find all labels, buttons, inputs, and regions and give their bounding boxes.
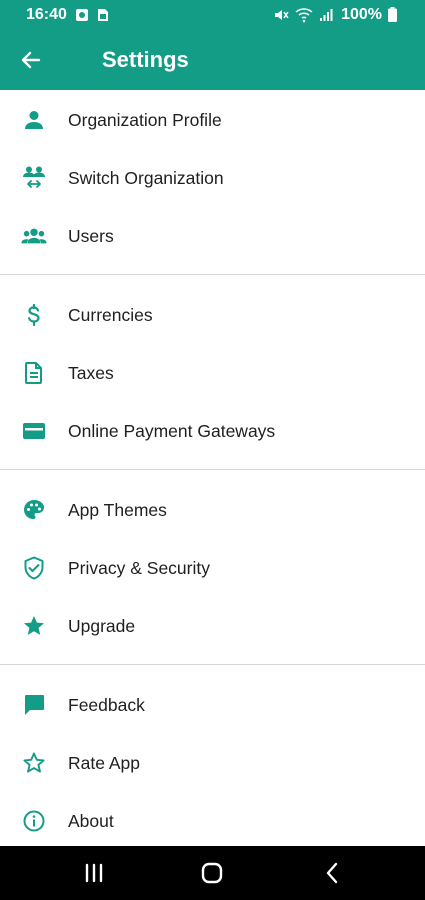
settings-item-privacy-security[interactable]: Privacy & Security (0, 539, 425, 597)
section-support: Feedback Rate App About (0, 676, 425, 850)
arrow-back-icon (21, 50, 41, 70)
settings-item-label: Online Payment Gateways (68, 420, 276, 441)
home-icon (200, 862, 224, 884)
status-time: 16:40 (26, 5, 67, 23)
wifi-icon (295, 7, 313, 23)
settings-item-label: Taxes (68, 362, 114, 383)
credit-card-icon (21, 418, 47, 444)
settings-item-about[interactable]: About (0, 792, 425, 850)
battery-icon (388, 7, 397, 22)
settings-item-label: Rate App (68, 752, 140, 773)
sim-icon (97, 8, 109, 22)
star-outline-icon (21, 750, 47, 776)
section-organization: Organization Profile Switch Organization… (0, 90, 425, 265)
dollar-icon (21, 302, 47, 328)
settings-item-feedback[interactable]: Feedback (0, 676, 425, 734)
settings-item-label: Switch Organization (68, 167, 224, 188)
info-icon (21, 808, 47, 834)
settings-item-label: About (68, 810, 114, 831)
app-bar: Settings (0, 29, 425, 90)
settings-item-label: Privacy & Security (68, 557, 210, 578)
settings-item-users[interactable]: Users (0, 207, 425, 265)
palette-icon (21, 497, 47, 523)
settings-item-online-payment-gateways[interactable]: Online Payment Gateways (0, 402, 425, 460)
signal-icon (319, 8, 333, 22)
settings-item-taxes[interactable]: Taxes (0, 344, 425, 402)
settings-item-upgrade[interactable]: Upgrade (0, 597, 425, 655)
home-button[interactable] (198, 859, 226, 887)
settings-item-app-themes[interactable]: App Themes (0, 481, 425, 539)
person-icon (21, 107, 47, 133)
recent-apps-button[interactable] (80, 859, 108, 887)
settings-item-label: Organization Profile (68, 109, 222, 130)
section-divider (0, 274, 425, 275)
shield-icon (21, 555, 47, 581)
system-nav-bar (0, 846, 425, 900)
notification-icon (75, 8, 89, 22)
status-right: 100% (273, 6, 397, 24)
mute-icon (273, 7, 289, 23)
settings-item-label: Users (68, 225, 114, 246)
section-finance: Currencies Taxes Online Payment Gateways (0, 286, 425, 460)
settings-item-rate-app[interactable]: Rate App (0, 734, 425, 792)
switch-users-icon (21, 165, 47, 191)
back-button[interactable] (12, 41, 50, 79)
document-icon (21, 360, 47, 386)
settings-item-label: Upgrade (68, 615, 136, 636)
group-icon (21, 223, 47, 249)
status-left: 16:40 (26, 6, 109, 24)
chevron-left-icon (322, 862, 342, 884)
settings-list: Organization Profile Switch Organization… (0, 90, 425, 850)
recent-apps-icon (83, 863, 105, 883)
section-divider (0, 664, 425, 665)
back-nav-button[interactable] (318, 859, 346, 887)
status-bar: 16:40 100% (0, 0, 425, 29)
settings-item-label: Currencies (68, 304, 153, 325)
feedback-icon (21, 692, 47, 718)
star-icon (21, 613, 47, 639)
settings-item-label: App Themes (68, 499, 167, 520)
page-title: Settings (102, 47, 189, 72)
settings-item-currencies[interactable]: Currencies (0, 286, 425, 344)
battery-percent: 100% (341, 5, 382, 23)
settings-item-switch-organization[interactable]: Switch Organization (0, 149, 425, 207)
settings-item-label: Feedback (68, 694, 145, 715)
section-app: App Themes Privacy & Security Upgrade (0, 481, 425, 655)
section-divider (0, 469, 425, 470)
settings-item-organization-profile[interactable]: Organization Profile (0, 91, 425, 149)
